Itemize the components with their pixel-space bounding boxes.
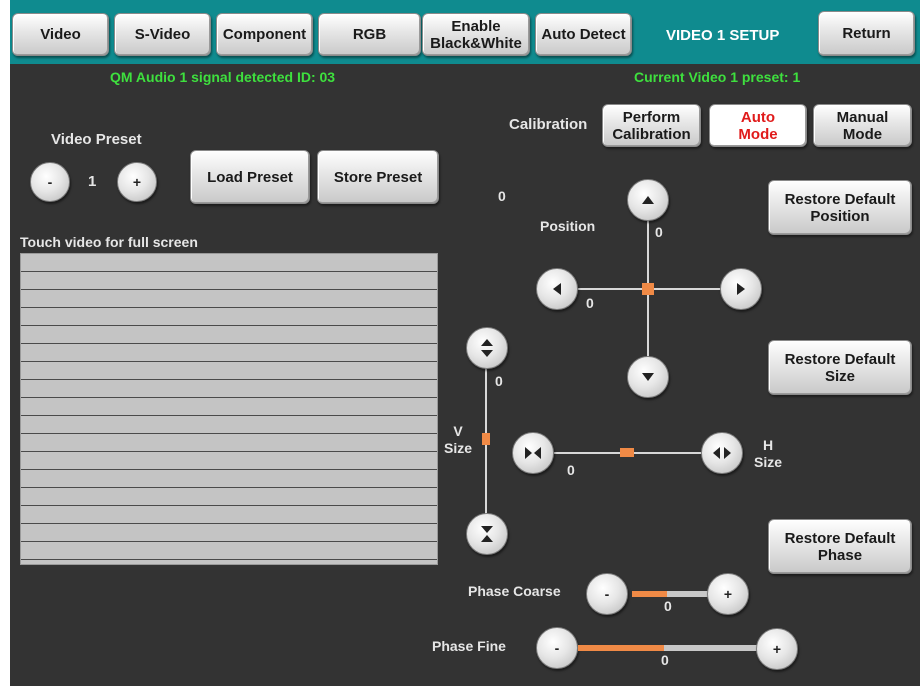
store-preset-button[interactable]: Store Preset: [317, 150, 439, 204]
h-size-value: 0: [567, 462, 575, 478]
position-h-value: 0: [586, 295, 594, 311]
preset-value: 1: [88, 173, 97, 190]
shrink-vertical-icon: [481, 526, 493, 542]
minus-icon: -: [47, 174, 53, 190]
phase-fine-fill: [578, 645, 665, 651]
v-size-label: V Size: [444, 423, 473, 456]
arrow-up-icon: [642, 196, 654, 204]
restore-phase-label: Restore Default Phase: [784, 529, 896, 564]
shrink-horizontal-icon: [525, 447, 541, 459]
arrow-right-icon: [737, 283, 745, 295]
position-left-button[interactable]: [536, 268, 578, 310]
page-title: VIDEO 1 SETUP: [666, 27, 780, 44]
manual-mode-button[interactable]: Manual Mode: [813, 104, 912, 147]
tab-rgb-label: RGB: [352, 26, 387, 43]
expand-vertical-icon: [481, 339, 493, 357]
auto-detect-label: Auto Detect: [541, 26, 626, 43]
store-preset-label: Store Preset: [333, 168, 423, 186]
position-up-button[interactable]: [627, 179, 669, 221]
preset-plus-button[interactable]: +: [117, 162, 157, 202]
current-preset-status: Current Video 1 preset: 1: [634, 69, 801, 85]
v-size-value: 0: [495, 373, 503, 389]
enable-black-white-button[interactable]: Enable Black&White: [422, 13, 530, 56]
restore-size-button[interactable]: Restore Default Size: [768, 340, 912, 395]
perform-calibration-button[interactable]: Perform Calibration: [602, 104, 701, 147]
calibration-label: Calibration: [509, 116, 588, 133]
tab-component-label: Component: [222, 26, 307, 43]
return-label: Return: [842, 25, 891, 42]
v-size-expand-button[interactable]: [466, 327, 508, 369]
expand-horizontal-icon: [713, 447, 731, 459]
restore-position-label: Restore Default Position: [784, 190, 896, 225]
restore-phase-button[interactable]: Restore Default Phase: [768, 519, 912, 574]
v-size-marker[interactable]: [482, 433, 490, 445]
phase-coarse-plus-button[interactable]: +: [707, 573, 749, 615]
top-toolbar: Video S-Video Component RGB Enable Black…: [10, 0, 920, 64]
tab-s-video[interactable]: S-Video: [114, 13, 211, 56]
phase-fine-plus-button[interactable]: +: [756, 628, 798, 670]
plus-icon: +: [723, 586, 733, 602]
video-preview[interactable]: [20, 253, 438, 565]
phase-coarse-slider[interactable]: [632, 591, 710, 597]
h-size-shrink-button[interactable]: [512, 432, 554, 474]
restore-position-button[interactable]: Restore Default Position: [768, 180, 912, 235]
video-setup-panel: Video S-Video Component RGB Enable Black…: [10, 0, 920, 686]
perform-calibration-label: Perform Calibration: [612, 108, 691, 143]
load-preset-label: Load Preset: [207, 168, 293, 186]
auto-detect-button[interactable]: Auto Detect: [535, 13, 632, 56]
h-size-label: H Size: [754, 437, 783, 470]
plus-icon: +: [132, 174, 142, 190]
video-hint-label: Touch video for full screen: [20, 234, 198, 250]
v-size-shrink-button[interactable]: [466, 513, 508, 555]
arrow-down-icon: [642, 373, 654, 381]
position-marker[interactable]: [642, 283, 654, 295]
auto-mode-label: Auto Mode: [738, 108, 778, 143]
tab-video[interactable]: Video: [12, 13, 109, 56]
auto-mode-button[interactable]: Auto Mode: [709, 104, 807, 147]
phase-coarse-label: Phase Coarse: [468, 583, 561, 599]
tab-component[interactable]: Component: [216, 13, 313, 56]
preset-minus-button[interactable]: -: [30, 162, 70, 202]
minus-icon: -: [554, 640, 560, 656]
load-preset-button[interactable]: Load Preset: [190, 150, 310, 204]
position-label: Position: [540, 218, 596, 234]
position-readout: 0: [498, 188, 506, 204]
h-size-marker[interactable]: [620, 448, 634, 457]
enable-black-white-label: Enable Black&White: [430, 17, 522, 52]
phase-fine-value: 0: [661, 652, 669, 668]
arrow-left-icon: [553, 283, 561, 295]
plus-icon: +: [772, 641, 782, 657]
phase-coarse-value: 0: [664, 598, 672, 614]
manual-mode-label: Manual Mode: [836, 108, 889, 143]
minus-icon: -: [604, 586, 610, 602]
phase-fine-slider[interactable]: [578, 645, 758, 651]
position-v-value: 0: [655, 224, 663, 240]
position-down-button[interactable]: [627, 356, 669, 398]
signal-status: QM Audio 1 signal detected ID: 03: [110, 69, 336, 85]
h-size-expand-button[interactable]: [701, 432, 743, 474]
phase-coarse-fill: [632, 591, 668, 597]
phase-fine-label: Phase Fine: [432, 638, 506, 654]
phase-fine-minus-button[interactable]: -: [536, 627, 578, 669]
return-button[interactable]: Return: [818, 11, 915, 56]
phase-coarse-minus-button[interactable]: -: [586, 573, 628, 615]
position-right-button[interactable]: [720, 268, 762, 310]
tab-s-video-label: S-Video: [134, 26, 191, 43]
restore-size-label: Restore Default Size: [784, 350, 896, 385]
tab-video-label: Video: [40, 26, 81, 43]
tab-rgb[interactable]: RGB: [318, 13, 421, 56]
video-preset-label: Video Preset: [51, 131, 142, 148]
